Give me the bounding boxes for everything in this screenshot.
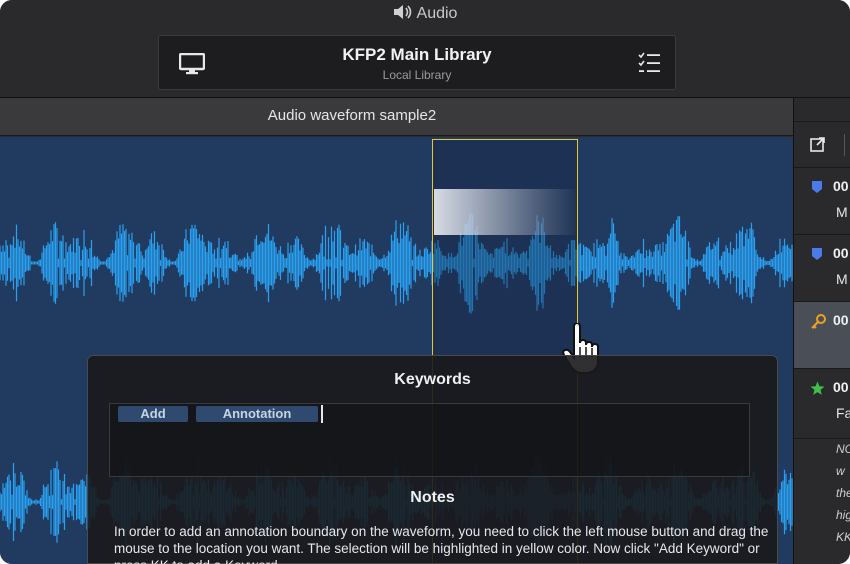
markers-sidebar: 00 M 00 M 00 00 Fa N w th hi K xyxy=(793,98,850,564)
window-title-label: Audio xyxy=(416,5,458,22)
marker-timecode: 00 xyxy=(833,312,849,328)
marker-timecode: 00 xyxy=(833,245,849,261)
clip-title: Audio waveform sample2 xyxy=(267,107,437,124)
checklist-icon[interactable] xyxy=(637,51,661,80)
keyword-token[interactable]: Annotation xyxy=(196,406,318,422)
marker-label: M xyxy=(836,271,848,287)
clip-header: Audio waveform sample2 xyxy=(0,98,793,136)
keywords-panel: Keywords Add Annotation Notes In order t… xyxy=(87,355,778,564)
library-selector[interactable]: KFP2 Main Library Local Library xyxy=(158,35,676,90)
marker-label: M xyxy=(836,204,848,220)
text-caret xyxy=(321,405,323,423)
library-name: KFP2 Main Library xyxy=(342,45,492,64)
title-bar: Audio KFP2 Main Library Local Library xyxy=(0,0,850,98)
notes-title: Notes xyxy=(410,489,455,506)
marker-label: Fa xyxy=(836,405,850,421)
open-external-icon[interactable] xyxy=(810,136,826,157)
window-title: Audio xyxy=(0,4,850,26)
keyword-token[interactable]: Add xyxy=(118,406,188,422)
marker-item[interactable]: 00 Fa xyxy=(794,369,850,439)
sidebar-toolbar xyxy=(794,122,850,168)
waveform-channel-left xyxy=(0,212,793,314)
drag-ghost xyxy=(434,189,576,235)
keywords-title: Keywords xyxy=(394,371,471,388)
notes-text[interactable]: In order to add an annotation boundary o… xyxy=(114,523,774,564)
sidebar-header xyxy=(794,98,850,122)
marker-icon xyxy=(810,247,824,266)
marker-note-preview: NO w the hig KK xyxy=(836,442,850,544)
star-icon xyxy=(810,381,825,401)
marker-timecode: 00 xyxy=(833,178,849,194)
keywords-input[interactable]: Add Annotation xyxy=(109,403,750,477)
speaker-icon xyxy=(393,4,413,26)
marker-item[interactable]: 00 M xyxy=(794,168,850,235)
marker-timecode: 00 xyxy=(833,379,849,395)
library-subtitle: Local Library xyxy=(382,68,452,82)
marker-item[interactable]: 00 M xyxy=(794,235,850,302)
app-window: Audio KFP2 Main Library Local Library Au… xyxy=(0,0,850,564)
marker-icon xyxy=(810,180,824,199)
marker-item-selected[interactable]: 00 xyxy=(794,302,850,369)
key-icon xyxy=(810,314,826,335)
